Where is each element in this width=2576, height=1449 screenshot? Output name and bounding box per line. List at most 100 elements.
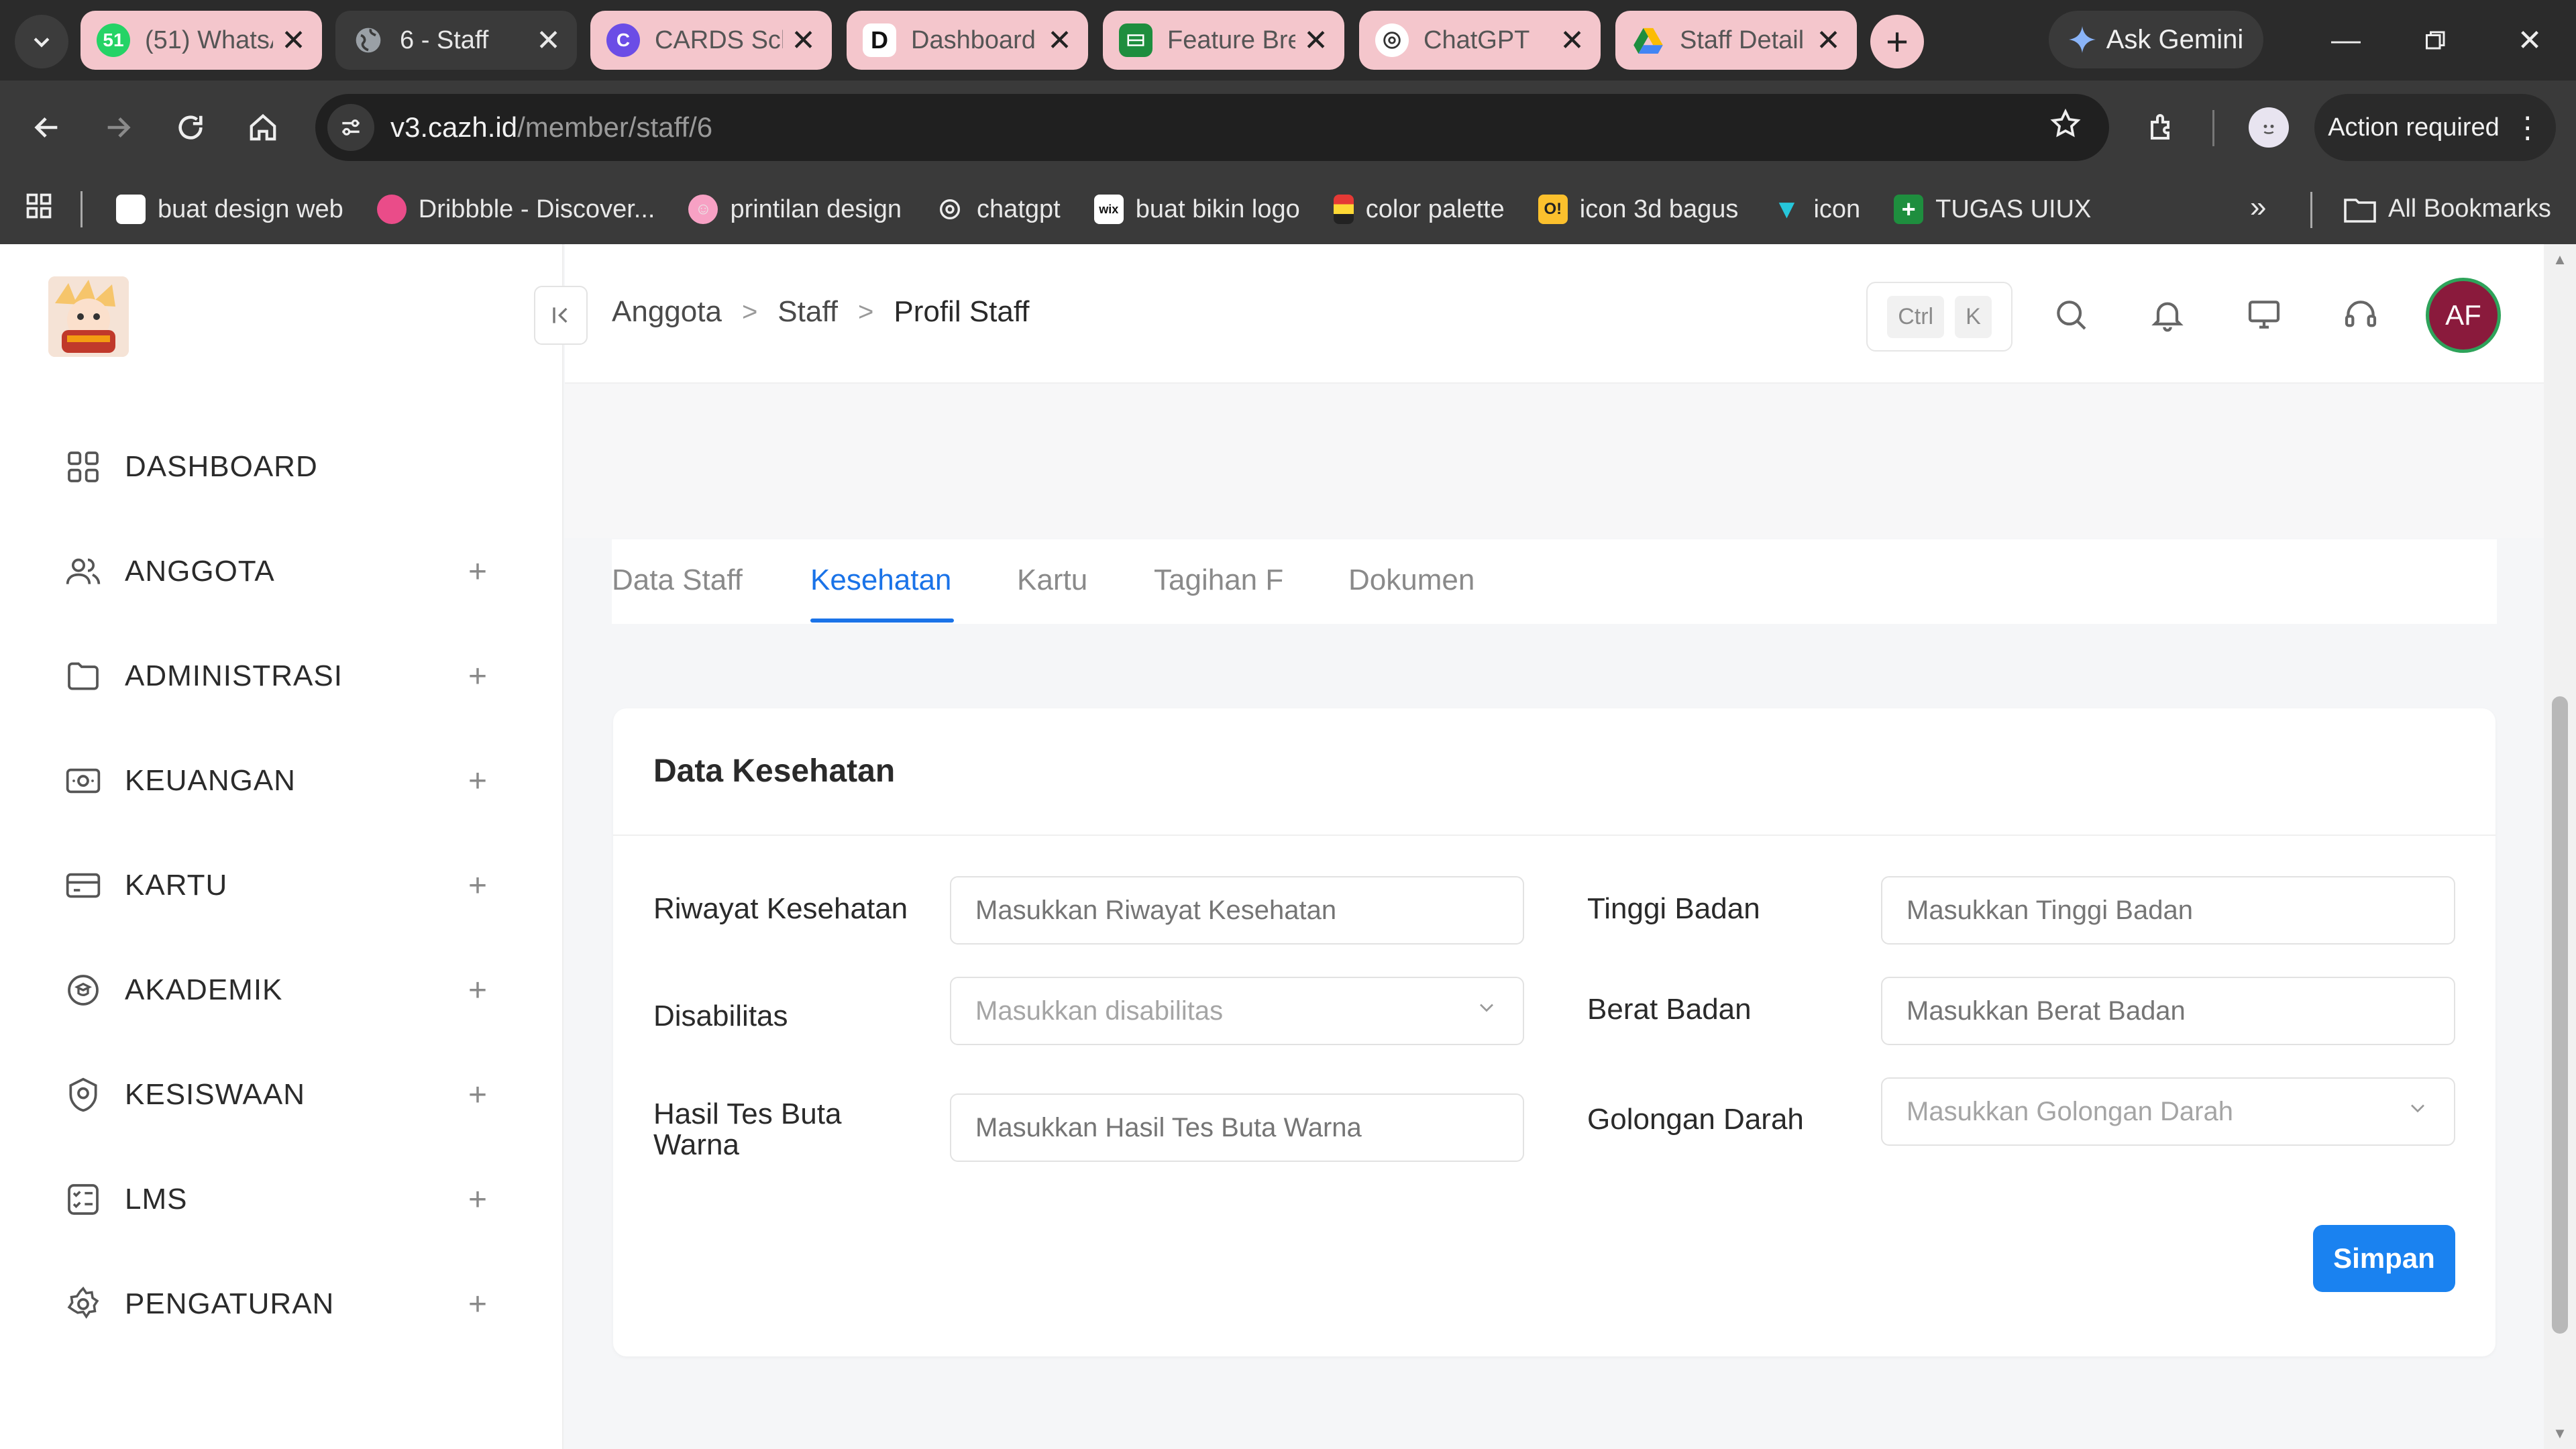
buta-warna-input[interactable] bbox=[950, 1093, 1524, 1162]
bookmark-item[interactable]: O! icon 3d bagus bbox=[1538, 195, 1738, 224]
command-shortcut[interactable]: Ctrl K bbox=[1866, 282, 2012, 352]
close-icon[interactable]: ✕ bbox=[1047, 23, 1072, 58]
bookmark-item[interactable]: wix buat bikin logo bbox=[1093, 195, 1300, 224]
ask-gemini-button[interactable]: Ask Gemini bbox=[2049, 11, 2263, 68]
save-button[interactable]: Simpan bbox=[2313, 1225, 2455, 1292]
sidebar-item-label: ADMINISTRASI bbox=[125, 659, 343, 692]
url-host: v3.cazh.id bbox=[390, 111, 518, 143]
browser-tab[interactable]: D Dashboard ✕ bbox=[847, 11, 1088, 70]
expand-plus-icon[interactable]: + bbox=[464, 658, 491, 695]
tab-tagihan[interactable]: Tagihan F bbox=[1154, 564, 1283, 597]
bookmark-item[interactable]: + TUGAS UIUX bbox=[1894, 195, 2091, 224]
browser-tab[interactable]: C CARDS Schedule ✕ bbox=[590, 11, 832, 70]
sidebar-item-kesiswaan[interactable]: KESISWAAN + bbox=[62, 1068, 491, 1122]
disabilitas-select[interactable]: Masukkan disabilitas bbox=[950, 977, 1524, 1045]
bookmark-item[interactable]: Dribbble - Discover... bbox=[376, 195, 655, 224]
close-icon[interactable]: ✕ bbox=[1303, 23, 1328, 58]
tab-kesehatan[interactable]: Kesehatan bbox=[810, 564, 951, 597]
tinggi-badan-input[interactable] bbox=[1881, 876, 2455, 945]
berat-badan-input[interactable] bbox=[1881, 977, 2455, 1045]
browser-tab[interactable]: Feature Breakdown ✕ bbox=[1103, 11, 1344, 70]
tab-kartu[interactable]: Kartu bbox=[1017, 564, 1087, 597]
bookmark-item[interactable]: buat design web bbox=[116, 195, 343, 224]
expand-plus-icon[interactable]: + bbox=[464, 553, 491, 590]
sidebar-item-akademik[interactable]: AKADEMIK + bbox=[62, 963, 491, 1017]
close-icon[interactable]: ✕ bbox=[791, 23, 816, 58]
browser-tab[interactable]: 51 (51) WhatsApp ✕ bbox=[80, 11, 322, 70]
bell-icon[interactable] bbox=[2144, 291, 2191, 338]
apps-grid-icon[interactable] bbox=[24, 191, 54, 227]
site-info-icon[interactable] bbox=[327, 104, 374, 151]
headset-icon[interactable] bbox=[2337, 291, 2384, 338]
expand-plus-icon[interactable]: + bbox=[464, 1077, 491, 1114]
close-window-icon[interactable]: ✕ bbox=[2500, 13, 2560, 67]
search-icon[interactable] bbox=[2047, 291, 2094, 338]
expand-plus-icon[interactable]: + bbox=[464, 763, 491, 800]
sidebar-item-lms[interactable]: LMS + bbox=[62, 1173, 491, 1226]
tab-data-staff[interactable]: Data Staff bbox=[612, 564, 743, 597]
browser-tab[interactable]: Staff Detail ✕ bbox=[1615, 11, 1857, 70]
kbd-ctrl: Ctrl bbox=[1887, 295, 1945, 338]
bookmark-star-icon[interactable] bbox=[2049, 107, 2082, 144]
expand-plus-icon[interactable]: + bbox=[464, 972, 491, 1009]
bookmark-item[interactable]: ☺ printilan design bbox=[688, 195, 902, 224]
extensions-icon[interactable] bbox=[2136, 101, 2190, 154]
sidebar-item-administrasi[interactable]: ADMINISTRASI + bbox=[62, 649, 491, 703]
sidebar-item-anggota[interactable]: ANGGOTA + bbox=[62, 545, 491, 598]
collapse-sidebar-button[interactable] bbox=[534, 286, 588, 345]
scroll-up-icon[interactable]: ▲ bbox=[2552, 251, 2568, 268]
page-scrollbar[interactable]: ▲ ▼ bbox=[2544, 244, 2576, 1449]
expand-plus-icon[interactable]: + bbox=[464, 867, 491, 904]
more-bookmarks-icon[interactable]: » bbox=[2250, 191, 2266, 224]
golongan-darah-select[interactable]: Masukkan Golongan Darah bbox=[1881, 1077, 2455, 1146]
browser-tab-active[interactable]: 6 - Staff ✕ bbox=[335, 11, 577, 70]
tab-search-button[interactable] bbox=[15, 15, 68, 68]
checklist-icon bbox=[62, 1178, 105, 1221]
home-icon[interactable] bbox=[236, 101, 290, 154]
back-icon[interactable] bbox=[20, 101, 74, 154]
address-bar[interactable]: v3.cazh.id/member/staff/6 bbox=[315, 94, 2109, 161]
tab-dokumen[interactable]: Dokumen bbox=[1348, 564, 1474, 597]
folder-icon bbox=[2344, 198, 2376, 223]
sidebar-item-pengaturan[interactable]: PENGATURAN + bbox=[62, 1277, 491, 1331]
riwayat-kesehatan-input[interactable] bbox=[950, 876, 1524, 945]
expand-plus-icon[interactable]: + bbox=[464, 1181, 491, 1218]
bookmark-label: Dribbble - Discover... bbox=[418, 195, 655, 223]
o-icon: O! bbox=[1538, 195, 1568, 224]
breadcrumb: Anggota > Staff > Profil Staff bbox=[612, 295, 1030, 329]
close-icon[interactable]: ✕ bbox=[1816, 23, 1841, 58]
action-required-button[interactable]: Action required ⋮ bbox=[2314, 94, 2556, 161]
academic-icon bbox=[62, 969, 105, 1012]
bookmark-label: printilan design bbox=[730, 195, 902, 223]
reload-icon[interactable] bbox=[164, 101, 217, 154]
app-logo[interactable] bbox=[48, 276, 129, 357]
close-icon[interactable]: ✕ bbox=[281, 23, 306, 58]
monitor-icon[interactable] bbox=[2241, 291, 2288, 338]
sidebar-item-kartu[interactable]: KARTU + bbox=[62, 859, 491, 912]
minimize-icon[interactable]: — bbox=[2316, 13, 2376, 67]
close-icon[interactable]: ✕ bbox=[536, 23, 561, 58]
bookmark-item[interactable]: ▼ icon bbox=[1772, 195, 1861, 224]
wix-icon: wix bbox=[1093, 195, 1124, 224]
forward-icon[interactable] bbox=[91, 101, 145, 154]
expand-plus-icon[interactable]: + bbox=[464, 1286, 491, 1323]
all-bookmarks-button[interactable]: All Bookmarks bbox=[2344, 195, 2551, 223]
scroll-down-icon[interactable]: ▼ bbox=[2552, 1425, 2568, 1442]
bookmark-label: color palette bbox=[1365, 195, 1505, 223]
gemini-label: Ask Gemini bbox=[2106, 24, 2244, 54]
bookmark-item[interactable]: color palette bbox=[1333, 195, 1505, 224]
breadcrumb-staff[interactable]: Staff bbox=[777, 295, 838, 329]
profile-icon[interactable] bbox=[2242, 101, 2296, 154]
restore-icon[interactable] bbox=[2406, 13, 2466, 67]
breadcrumb-anggota[interactable]: Anggota bbox=[612, 295, 722, 329]
sidebar-item-keuangan[interactable]: KEUANGAN + bbox=[62, 754, 491, 808]
sidebar-item-dashboard[interactable]: DASHBOARD bbox=[62, 440, 491, 494]
tab-title: ChatGPT bbox=[1424, 25, 1530, 54]
user-avatar[interactable]: AF bbox=[2426, 278, 2501, 353]
browser-tab[interactable]: ChatGPT ✕ bbox=[1359, 11, 1601, 70]
bookmark-item[interactable]: chatgpt bbox=[935, 195, 1061, 224]
active-tab-indicator bbox=[810, 619, 954, 623]
new-tab-button[interactable]: + bbox=[1870, 15, 1924, 68]
scrollbar-thumb[interactable] bbox=[2552, 696, 2568, 1334]
close-icon[interactable]: ✕ bbox=[1560, 23, 1585, 58]
